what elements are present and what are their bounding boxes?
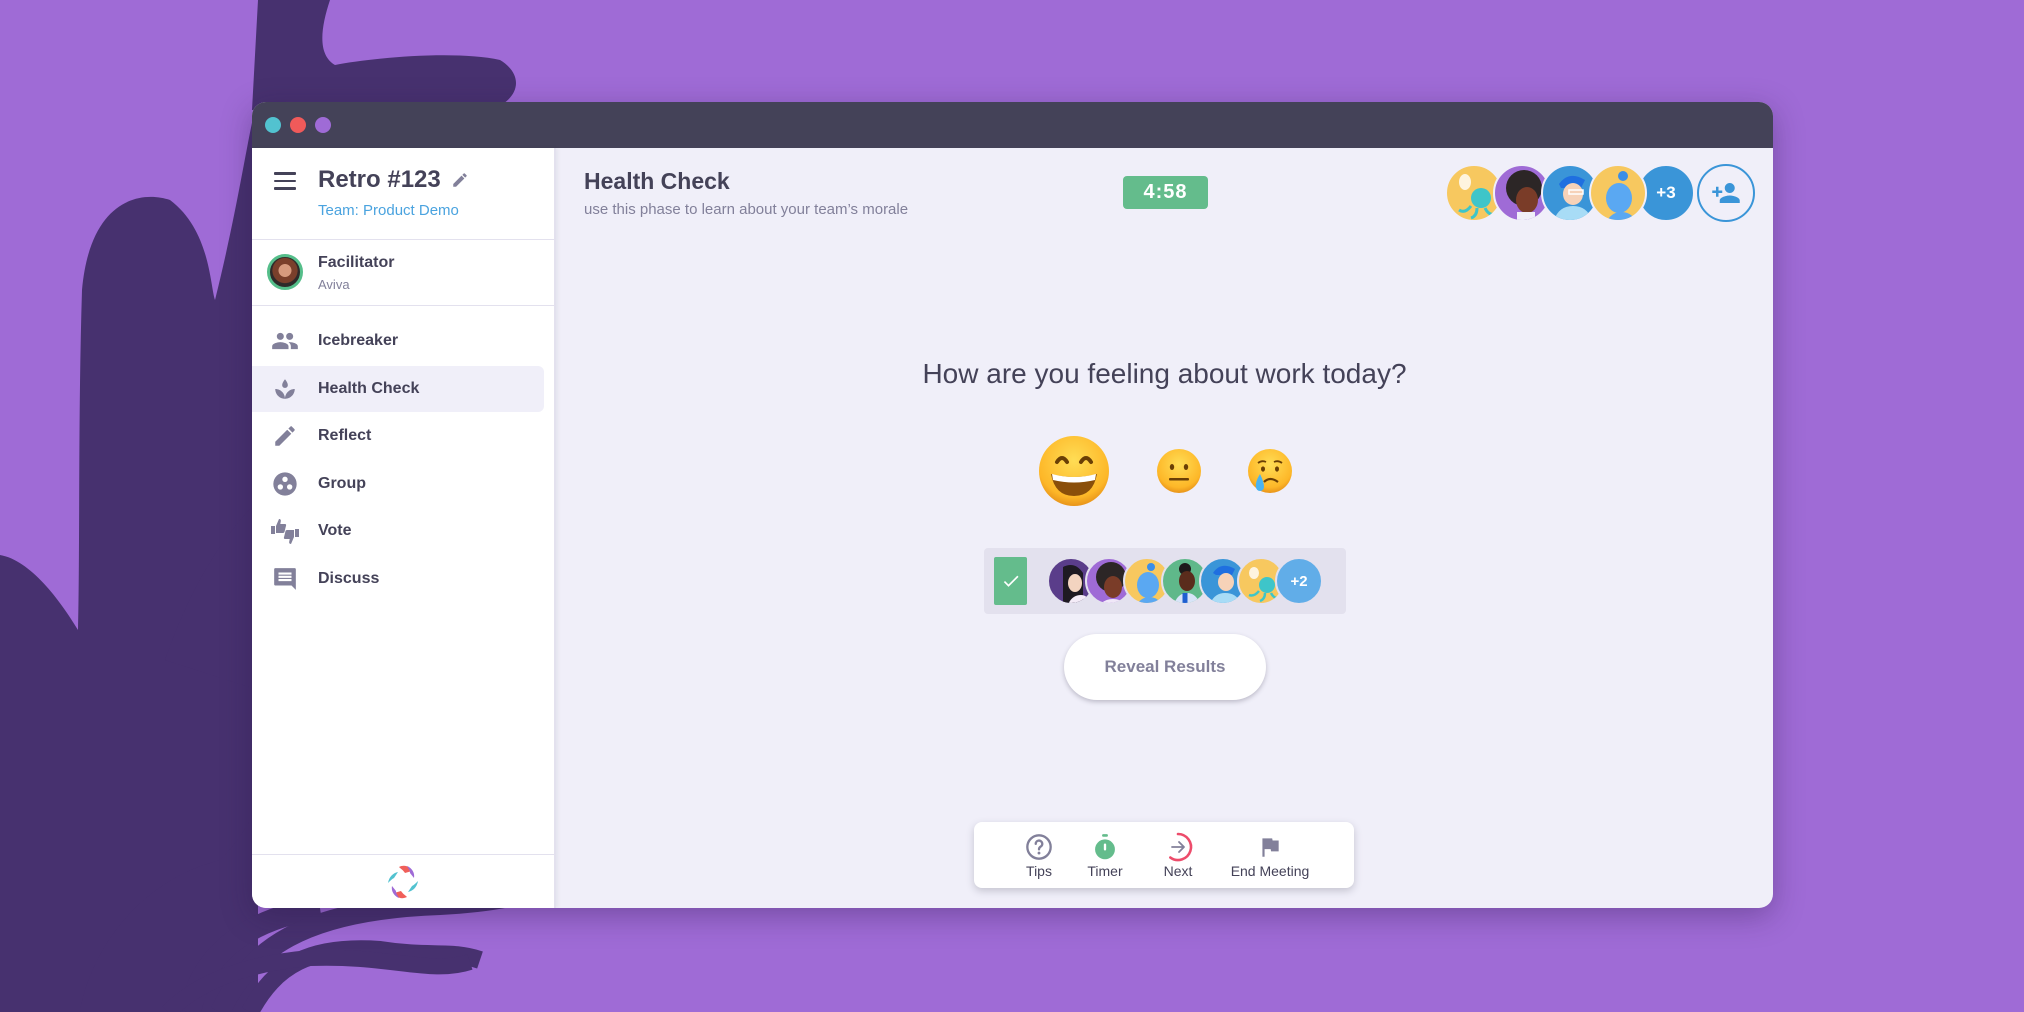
tips-label: Tips <box>1026 862 1052 879</box>
page-title: Health Check <box>584 168 730 194</box>
avatar[interactable] <box>1589 164 1647 222</box>
timer-button[interactable]: Timer <box>1072 832 1138 879</box>
edit-pencil-icon[interactable] <box>451 171 469 189</box>
end-meeting-button[interactable]: End Meeting <box>1218 832 1322 879</box>
participants-list: +3 <box>1445 164 1755 222</box>
parabol-logo-icon[interactable] <box>383 862 423 902</box>
meeting-title-text: Retro #123 <box>318 166 441 193</box>
chat-icon <box>270 566 300 592</box>
sidebar-item-label: Vote <box>318 522 352 540</box>
sidebar: Retro #123 Team: Product Demo Facilitato… <box>252 148 556 908</box>
team-link[interactable]: Team: Product Demo <box>318 202 459 219</box>
pencil-icon <box>270 423 300 449</box>
stopwatch-icon <box>1095 833 1115 859</box>
next-arrow-icon <box>1169 832 1193 861</box>
next-button[interactable]: Next <box>1138 832 1218 879</box>
meeting-title: Retro #123 <box>318 166 469 194</box>
sidebar-item-label: Health Check <box>318 379 420 397</box>
person-add-icon <box>1712 183 1740 203</box>
phase-description: use this phase to learn about your team’… <box>584 201 909 218</box>
help-circle-icon <box>1026 833 1052 860</box>
app-window: Retro #123 Team: Product Demo Facilitato… <box>252 102 1773 908</box>
spa-icon <box>270 376 300 402</box>
main-content: Health Check use this phase to learn abo… <box>556 148 1773 908</box>
crying-face-icon <box>1247 449 1292 493</box>
voted-participants: +2 <box>984 548 1346 614</box>
facilitator-name: Aviva <box>318 277 350 292</box>
neutral-face-icon <box>1156 449 1201 493</box>
emoji-grinning-option[interactable] <box>1037 434 1111 508</box>
flag-icon <box>1262 837 1279 857</box>
voted-check <box>994 557 1027 605</box>
workspaces-icon <box>270 471 300 497</box>
meeting-controls: Tips Timer Next End Meeting <box>974 822 1354 888</box>
facilitator[interactable]: Facilitator Aviva <box>252 240 554 306</box>
window-dot-1[interactable] <box>265 117 281 133</box>
sidebar-item-health-check[interactable]: Health Check <box>252 365 544 412</box>
check-icon <box>1003 575 1018 587</box>
health-check-question: How are you feeling about work today? <box>922 358 1407 389</box>
sidebar-item-icebreaker[interactable]: Icebreaker <box>252 318 544 364</box>
next-label: Next <box>1163 862 1193 879</box>
sidebar-item-label: Reflect <box>318 427 372 445</box>
grinning-face-icon <box>1038 436 1109 506</box>
sidebar-item-label: Icebreaker <box>318 332 399 349</box>
window-dot-2[interactable] <box>290 117 306 133</box>
end-meeting-label: End Meeting <box>1230 862 1310 879</box>
sidebar-footer <box>252 854 554 908</box>
phase-nav: Icebreaker Health Check Reflect Group Vo… <box>252 306 554 602</box>
timer-badge[interactable]: 4:58 <box>1123 176 1208 209</box>
add-user-button[interactable] <box>1697 164 1755 222</box>
sidebar-item-reflect[interactable]: Reflect <box>252 413 544 459</box>
window-titlebar <box>252 102 1773 148</box>
facilitator-avatar <box>267 254 303 290</box>
emoji-crying-option[interactable] <box>1247 448 1293 494</box>
reveal-results-button[interactable]: Reveal Results <box>1064 634 1266 700</box>
mood-options <box>556 431 1773 511</box>
sidebar-item-label: Group <box>318 474 366 492</box>
facilitator-label: Facilitator <box>318 254 395 271</box>
emoji-neutral-option[interactable] <box>1156 448 1202 494</box>
timer-label: Timer <box>1087 862 1123 879</box>
sidebar-item-discuss[interactable]: Discuss <box>252 556 544 602</box>
thumbs-up-down-icon <box>270 518 300 545</box>
sidebar-header: Retro #123 Team: Product Demo <box>252 148 554 240</box>
group-icon <box>270 328 300 354</box>
sidebar-item-group[interactable]: Group <box>252 461 544 507</box>
sidebar-item-label: Discuss <box>318 569 380 587</box>
voters-overflow-badge[interactable]: +2 <box>1275 557 1323 605</box>
tips-button[interactable]: Tips <box>1006 832 1072 879</box>
menu-icon[interactable] <box>274 172 296 190</box>
window-dot-3[interactable] <box>315 117 331 133</box>
sidebar-item-vote[interactable]: Vote <box>252 508 544 554</box>
